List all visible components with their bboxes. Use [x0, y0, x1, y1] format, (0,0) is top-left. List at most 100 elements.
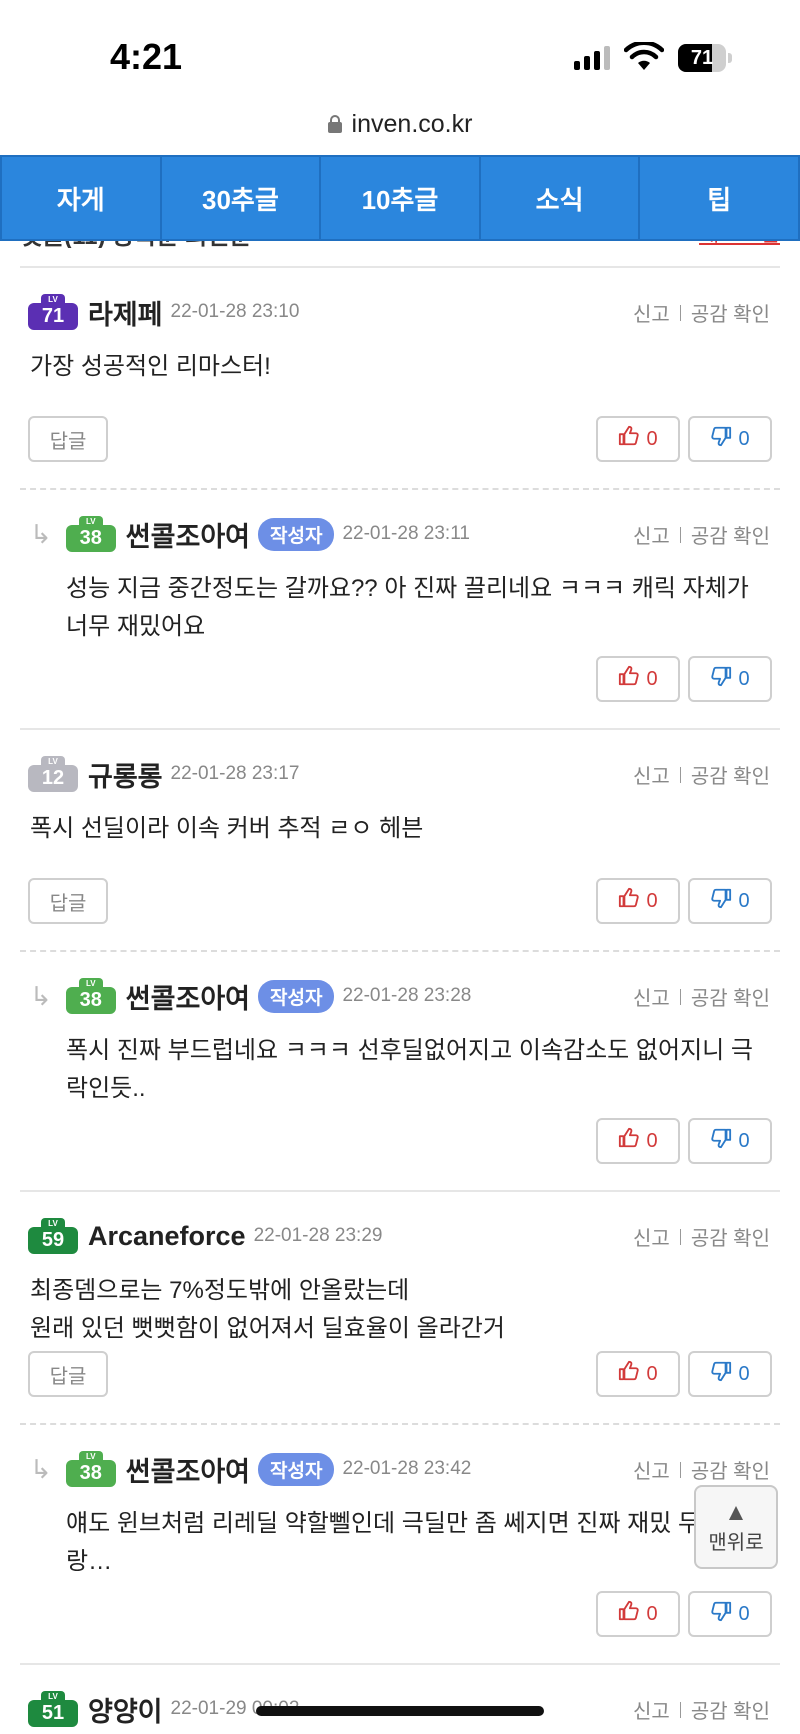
comment-actions: 신고 공감 확인: [633, 520, 770, 549]
comment-date: 22-01-28 23:10: [170, 301, 300, 322]
comment-date: 22-01-28 23:42: [342, 1458, 472, 1479]
tab-10-recommended[interactable]: 10추글: [321, 157, 481, 239]
comment-text: 최종뎀으로는 7%정도밖에 안올랐는데 원래 있던 뻣뻣함이 없어져서 딜효율이…: [30, 1277, 505, 1342]
level-badge-icon: LV 59: [28, 1218, 78, 1254]
comment-nickname[interactable]: 양양이: [88, 1690, 163, 1729]
battery-tip: [728, 53, 732, 63]
thumbs-down-icon: [710, 887, 732, 915]
comment-header: ↳ LV 38 썬콜조아여 작성자 22-01-28 23:28: [30, 976, 471, 1016]
level-badge-icon: LV 71: [28, 294, 78, 330]
back-to-top-label: 맨위로: [708, 1531, 764, 1554]
tab-tips[interactable]: 팁: [640, 157, 798, 239]
report-link[interactable]: 신고: [633, 1455, 670, 1484]
comment-nickname[interactable]: 썬콜조아여: [126, 1450, 250, 1489]
reply-button[interactable]: 답글: [28, 878, 108, 924]
downvote-button[interactable]: 0: [688, 656, 772, 702]
upvote-count: 0: [646, 1129, 658, 1152]
url-bar[interactable]: inven.co.kr: [0, 104, 800, 144]
thumbs-up-icon: [618, 1600, 640, 1628]
downvote-count: 0: [738, 667, 750, 690]
upvote-button[interactable]: 0: [596, 416, 680, 462]
empathy-check-link[interactable]: 공감 확인: [691, 298, 770, 327]
reply-button[interactable]: 답글: [28, 1351, 108, 1397]
level-badge-icon: LV 51: [28, 1691, 78, 1727]
reply-arrow-icon: ↳: [30, 1453, 52, 1484]
report-link[interactable]: 신고: [633, 1695, 670, 1724]
category-nav: 자게 30추글 10추글 소식 팁: [0, 155, 800, 241]
downvote-button[interactable]: 0: [688, 416, 772, 462]
comment-header: LV 59 Arcaneforce 22-01-28 23:29: [28, 1216, 382, 1256]
comment-nickname[interactable]: Arcaneforce: [88, 1221, 246, 1252]
downvote-count: 0: [738, 1129, 750, 1152]
author-badge: 작성자: [258, 517, 335, 551]
comment: LV 12 규롱롱 22-01-28 23:17 신고 공감 확인 폭시 선딜이라 이속 커…: [20, 728, 780, 950]
reply-comment: ↳ LV 38 썬콜조아여 작성자 22-01-28 23:42 신고 공감 확인 얘도 윈브처…: [20, 1423, 780, 1663]
upvote-button[interactable]: 0: [596, 1351, 680, 1397]
comment: LV 59 Arcaneforce 22-01-28 23:29 신고 공감 확인최종뎀으…: [20, 1190, 780, 1423]
comment-actions: 신고 공감 확인: [633, 1455, 770, 1484]
level-badge-icon: LV 12: [28, 756, 78, 792]
reply-arrow-icon: ↳: [30, 980, 52, 1011]
comment-date: 22-01-28 23:11: [342, 523, 470, 544]
upvote-button[interactable]: 0: [596, 656, 680, 702]
downvote-count: 0: [738, 1362, 750, 1385]
thumbs-down-icon: [710, 1360, 732, 1388]
comment-nickname[interactable]: 썬콜조아여: [126, 515, 250, 554]
level-badge-icon: LV 38: [65, 978, 116, 1014]
comment-nickname[interactable]: 썬콜조아여: [126, 977, 250, 1016]
downvote-button[interactable]: 0: [688, 1351, 772, 1397]
comment: LV 51 양양이 22-01-29 00:02 신고 공감 확인: [20, 1663, 780, 1734]
back-to-top-button[interactable]: ▲ 맨위로: [694, 1485, 778, 1569]
thumbs-up-icon: [618, 1127, 640, 1155]
empathy-check-link[interactable]: 공감 확인: [691, 1222, 770, 1251]
comment-actions: 신고 공감 확인: [633, 760, 770, 789]
home-indicator: [256, 1706, 544, 1716]
upvote-count: 0: [646, 427, 658, 450]
upvote-button[interactable]: 0: [596, 878, 680, 924]
level-badge-icon: LV 38: [65, 1451, 116, 1487]
comment-nickname[interactable]: 규롱롱: [88, 755, 163, 794]
up-arrow-icon: ▲: [724, 1498, 748, 1526]
empathy-check-link[interactable]: 공감 확인: [691, 982, 770, 1011]
report-link[interactable]: 신고: [633, 298, 670, 327]
thumbs-up-icon: [618, 665, 640, 693]
status-time: 4:21: [110, 36, 183, 77]
downvote-button[interactable]: 0: [688, 1118, 772, 1164]
tab-30-recommended[interactable]: 30추글: [162, 157, 322, 239]
comment-actions: 신고 공감 확인: [633, 1222, 770, 1251]
downvote-button[interactable]: 0: [688, 878, 772, 924]
cellular-signal-icon: [574, 46, 610, 70]
report-link[interactable]: 신고: [633, 982, 670, 1011]
url-domain: inven.co.kr: [351, 109, 473, 138]
upvote-count: 0: [646, 889, 658, 912]
tab-news[interactable]: 소식: [481, 157, 641, 239]
upvote-button[interactable]: 0: [596, 1118, 680, 1164]
thumbs-down-icon: [710, 665, 732, 693]
comment-actions: 신고 공감 확인: [633, 982, 770, 1011]
downvote-count: 0: [738, 889, 750, 912]
empathy-check-link[interactable]: 공감 확인: [691, 1455, 770, 1484]
battery-percent: 71: [690, 47, 714, 69]
downvote-button[interactable]: 0: [688, 1591, 772, 1637]
report-link[interactable]: 신고: [633, 520, 670, 549]
reply-comment: ↳ LV 38 썬콜조아여 작성자 22-01-28 23:28 신고 공감 확인 폭시 진짜 …: [20, 950, 780, 1190]
report-link[interactable]: 신고: [633, 1222, 670, 1251]
empathy-check-link[interactable]: 공감 확인: [691, 520, 770, 549]
empathy-check-link[interactable]: 공감 확인: [691, 760, 770, 789]
report-link[interactable]: 신고: [633, 760, 670, 789]
comment-header: ↳ LV 38 썬콜조아여 작성자 22-01-28 23:11: [30, 514, 470, 554]
empathy-check-link[interactable]: 공감 확인: [691, 1695, 770, 1724]
comment-nickname[interactable]: 라제페: [88, 293, 163, 332]
comment-text: 폭시 진짜 부드럽네요 ㅋㅋㅋ 선후딜없어지고 이속감소도 없어지니 극락인듯.…: [66, 1037, 753, 1102]
upvote-count: 0: [646, 667, 658, 690]
level-badge-icon: LV 38: [65, 516, 116, 552]
reply-button[interactable]: 답글: [28, 416, 108, 462]
tab-free-board[interactable]: 자게: [2, 157, 162, 239]
upvote-button[interactable]: 0: [596, 1591, 680, 1637]
thumbs-up-icon: [618, 887, 640, 915]
reply-comment: ↳ LV 38 썬콜조아여 작성자 22-01-28 23:11 신고 공감 확인 성능 지금 …: [20, 488, 780, 728]
comment-text: 성능 지금 중간정도는 갈까요?? 아 진짜 끌리네요 ㅋㅋㅋ 캐릭 자체가 너…: [66, 575, 749, 640]
comment-date: 22-01-28 23:29: [253, 1225, 383, 1246]
wifi-icon: [624, 42, 664, 70]
comment-actions: 신고 공감 확인: [633, 1695, 770, 1724]
